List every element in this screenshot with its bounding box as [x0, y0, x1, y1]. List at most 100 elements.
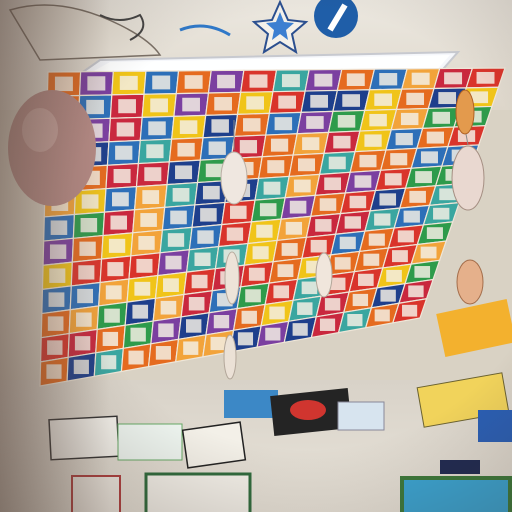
tile-letter-patch: [400, 112, 419, 126]
tile-letter-patch: [197, 230, 214, 244]
small-sign: [440, 460, 480, 474]
letter-tile-quilt: [39, 67, 506, 387]
tile-letter-patch: [208, 141, 226, 155]
mobile-orange-2: [456, 259, 484, 305]
tile-letter-patch: [346, 73, 365, 86]
tile-letter-patch: [144, 167, 162, 182]
tile-letter-patch: [379, 193, 397, 206]
tile-letter-patch: [267, 160, 285, 174]
tile-letter-patch: [142, 190, 160, 205]
tile-letter-patch: [289, 200, 307, 214]
tile-letter-patch: [46, 364, 62, 379]
balloon-highlight: [22, 108, 58, 152]
tile-letter-patch: [73, 359, 89, 375]
tile-letter-patch: [50, 220, 68, 235]
frame-2: [144, 472, 252, 512]
tile-letter-patch: [79, 241, 96, 256]
tile-letter-patch: [76, 312, 92, 327]
tile-letter-patch: [165, 255, 182, 270]
tile-letter-patch: [277, 264, 294, 278]
tile-letter-patch: [324, 177, 342, 191]
tile-letter-patch: [202, 185, 220, 200]
tile-letter-patch: [363, 253, 380, 266]
drawing-5-figure: [290, 400, 326, 420]
tile-letter-patch: [420, 246, 437, 259]
tile-letter-patch: [132, 304, 149, 319]
tile-letter-patch: [368, 233, 385, 246]
tile-letter-patch: [179, 120, 198, 134]
tile-letter-patch: [411, 72, 430, 85]
tile-letter-patch: [438, 92, 457, 105]
mobile-orange-1: [455, 89, 475, 135]
blue-scribble: [179, 24, 231, 37]
tile-letter-patch: [134, 281, 151, 296]
tile-letter-patch: [138, 235, 155, 250]
tile-letter-patch: [409, 190, 426, 203]
tile-letter-patch: [334, 257, 351, 270]
tile-letter-patch: [200, 208, 217, 222]
tile-letter-patch: [403, 210, 420, 223]
tile-letter-patch: [205, 163, 223, 178]
tile-letter-patch: [175, 165, 193, 180]
tile-letter-patch: [328, 156, 346, 170]
tile-letter-patch: [54, 76, 73, 92]
tile-letter-patch: [426, 227, 443, 239]
tile-letter-patch: [270, 138, 289, 152]
tile-letter-patch: [252, 246, 269, 260]
tile-letter-patch: [170, 210, 187, 225]
tile-letter-patch: [314, 73, 333, 87]
tile-letter-patch: [48, 292, 65, 307]
tile-letter-patch: [273, 285, 290, 299]
tile-letter-patch: [116, 122, 135, 137]
tile-letter-patch: [81, 194, 99, 209]
tile-letter-patch: [194, 252, 211, 267]
tile-letter-patch: [386, 269, 402, 282]
tile-letter-patch: [74, 336, 91, 351]
tile-letter-patch: [256, 224, 273, 238]
tile-letter-patch: [298, 158, 316, 172]
tile-letter-patch: [310, 94, 329, 108]
tile-letter-patch: [281, 243, 298, 256]
tile-letter-patch: [49, 244, 67, 259]
tile-letter-patch: [237, 332, 254, 346]
tile-letter-patch: [182, 97, 200, 112]
tile-letter-patch: [230, 205, 247, 219]
tile-letter-patch: [319, 318, 336, 331]
balloon: [8, 90, 96, 206]
tile-letter-patch: [380, 289, 396, 302]
frame-3: [400, 476, 512, 512]
tile-letter-patch: [130, 327, 146, 342]
tile-letter-patch: [108, 238, 126, 253]
tile-letter-patch: [155, 346, 171, 360]
tile-letter-patch: [339, 236, 356, 250]
tile-letter-patch: [246, 96, 264, 110]
tile-letter-patch: [140, 213, 157, 227]
tile-letter-patch: [354, 175, 372, 188]
tile-letter-patch: [359, 154, 377, 168]
tile-letter-patch: [160, 300, 177, 315]
tile-letter-patch: [104, 308, 120, 323]
tile-letter-patch: [110, 215, 128, 230]
tile-letter-patch: [146, 144, 164, 159]
drawing-2: [117, 423, 183, 461]
tile-letter-patch: [101, 355, 117, 370]
ceiling-decorations: [8, 0, 358, 61]
tile-letter-patch: [302, 137, 320, 151]
tile-letter-patch: [269, 306, 285, 320]
tile-letter-patch: [402, 304, 418, 317]
tile-letter-patch: [297, 302, 313, 315]
tile-letter-patch: [379, 73, 398, 86]
drawing-1: [48, 415, 120, 461]
tile-letter-patch: [211, 119, 229, 133]
tile-letter-patch: [315, 219, 332, 232]
tile-letter-patch: [265, 327, 281, 341]
tile-letter-patch: [86, 99, 104, 115]
mobile-shell-2: [224, 251, 240, 305]
tile-letter-patch: [128, 350, 144, 365]
tile-letter-patch: [433, 207, 450, 220]
tile-letter-patch: [306, 116, 324, 129]
tile-letter-patch: [152, 75, 171, 90]
tile-letter-patch: [374, 213, 391, 226]
mobile-shell-3: [315, 252, 333, 298]
tile-letter-patch: [105, 285, 122, 300]
